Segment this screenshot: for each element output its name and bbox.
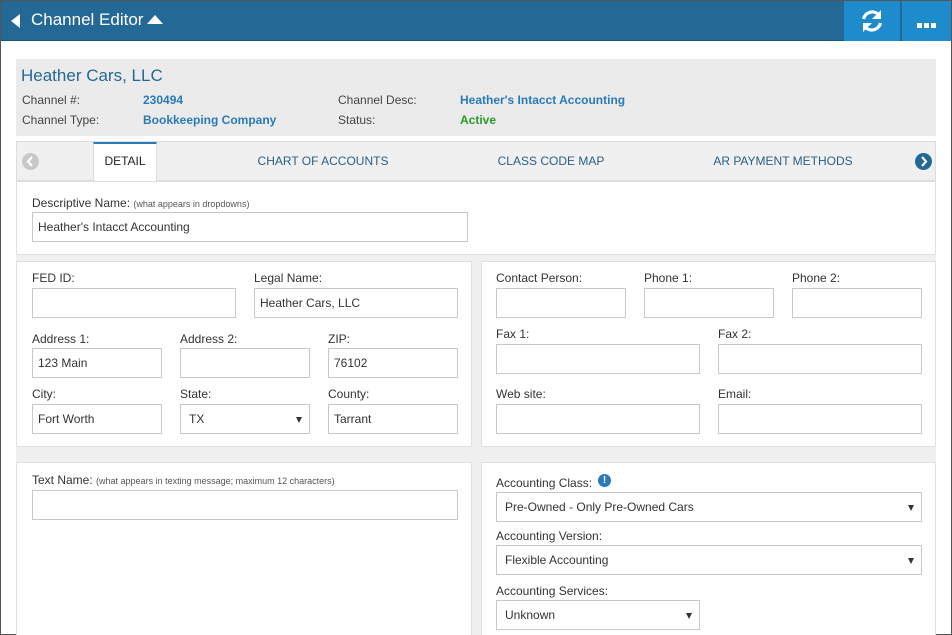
back-arrow-icon[interactable] [11,14,20,28]
tab-chart-of-accounts[interactable]: CHART OF ACCOUNTS [243,142,403,180]
county-label: County: [328,387,370,401]
city-label: City: [32,387,56,401]
text-name-input[interactable] [32,490,458,520]
channel-header: Heather Cars, LLC Channel #: 230494 Chan… [16,59,936,136]
page-title: Channel Editor [31,10,144,29]
status-value: Active [460,113,497,127]
collapse-caret-icon[interactable] [147,15,163,24]
address-panel: FED ID: Legal Name: Heather Cars, LLC Ad… [16,261,472,447]
tab-ar-payment-methods[interactable]: AR PAYMENT METHODS [699,142,867,180]
descriptive-name-label: Descriptive Name: (what appears in dropd… [32,196,249,210]
legal-name-input[interactable]: Heather Cars, LLC [254,288,458,318]
fax2-label: Fax 2: [718,327,752,341]
website-label: Web site: [496,387,546,401]
channel-type-value: Bookkeeping Company [143,113,277,127]
state-select-value: TX [189,412,205,426]
channel-name: Heather Cars, LLC [21,66,163,85]
accounting-version-select[interactable]: Flexible Accounting [496,545,922,575]
text-name-panel: Text Name: (what appears in texting mess… [16,462,472,635]
descriptive-name-label-text: Descriptive Name: [32,196,131,210]
phone1-label: Phone 1: [644,271,693,285]
phone2-label: Phone 2: [792,271,841,285]
channel-type-label: Channel Type: [22,113,100,127]
accounting-version-label: Accounting Version: [496,529,603,543]
accounting-class-value: Pre-Owned - Only Pre-Owned Cars [505,500,694,514]
channel-num-label: Channel #: [22,93,81,107]
channel-desc-label: Channel Desc: [338,93,417,107]
zip-input[interactable]: 76102 [328,348,458,378]
dropdown-arrow-icon [686,613,692,619]
text-name-label: Text Name: (what appears in texting mess… [32,473,335,487]
status-label: Status: [338,113,376,127]
top-bar: Channel Editor [1,1,951,41]
dropdown-arrow-icon [908,558,914,564]
fax2-input[interactable] [718,344,922,374]
county-input[interactable]: Tarrant [328,404,458,434]
fax1-input[interactable] [496,344,700,374]
state-label: State: [180,387,212,401]
more-options-button[interactable] [902,1,951,41]
tab-bar: DETAIL CHART OF ACCOUNTS CLASS CODE MAP … [16,141,936,181]
text-name-label-text: Text Name: [32,473,93,487]
contact-person-label: Contact Person: [496,271,583,285]
city-input[interactable]: Fort Worth [32,404,162,434]
address1-label: Address 1: [32,332,90,346]
info-icon[interactable]: ! [598,474,611,487]
refresh-icon [861,10,883,32]
phone2-input[interactable] [792,288,922,318]
state-select[interactable]: TX [180,404,310,434]
dropdown-arrow-icon [296,417,302,423]
website-input[interactable] [496,404,700,434]
more-dots-icon [917,17,938,31]
contact-person-input[interactable] [496,288,626,318]
scroll-left-icon[interactable] [22,153,39,170]
phone1-input[interactable] [644,288,774,318]
channel-desc-value: Heather's Intacct Accounting [460,93,626,107]
scroll-right-icon[interactable] [915,153,932,170]
descriptive-name-input[interactable]: Heather's Intacct Accounting [32,212,468,242]
email-label: Email: [718,387,752,401]
accounting-version-value: Flexible Accounting [505,553,609,567]
accounting-panel: Accounting Class: ! Pre-Owned - Only Pre… [481,462,936,635]
tab-class-code-map[interactable]: CLASS CODE MAP [477,142,625,180]
fed-id-label: FED ID: [32,271,75,285]
accounting-services-label: Accounting Services: [496,584,609,598]
email-input[interactable] [718,404,922,434]
refresh-button[interactable] [844,1,900,41]
contact-panel: Contact Person: Phone 1: Phone 2: Fax 1:… [481,261,936,447]
accounting-services-value: Unknown [505,608,556,622]
descriptive-name-panel: Descriptive Name: (what appears in dropd… [16,181,936,255]
legal-name-label: Legal Name: [254,271,323,285]
dropdown-arrow-icon [908,505,914,511]
address1-input[interactable]: 123 Main [32,348,162,378]
tab-detail[interactable]: DETAIL [93,142,157,181]
address2-input[interactable] [180,348,310,378]
descriptive-name-hint: (what appears in dropdowns) [133,199,250,209]
channel-num-value: 230494 [143,93,184,107]
accounting-services-select[interactable]: Unknown [496,600,700,630]
accounting-class-select[interactable]: Pre-Owned - Only Pre-Owned Cars [496,492,922,522]
zip-label: ZIP: [328,332,351,346]
address2-label: Address 2: [180,332,238,346]
text-name-hint: (what appears in texting message; maximu… [96,476,335,486]
fax1-label: Fax 1: [496,327,530,341]
fed-id-input[interactable] [32,288,236,318]
accounting-class-label: Accounting Class: [496,476,593,490]
